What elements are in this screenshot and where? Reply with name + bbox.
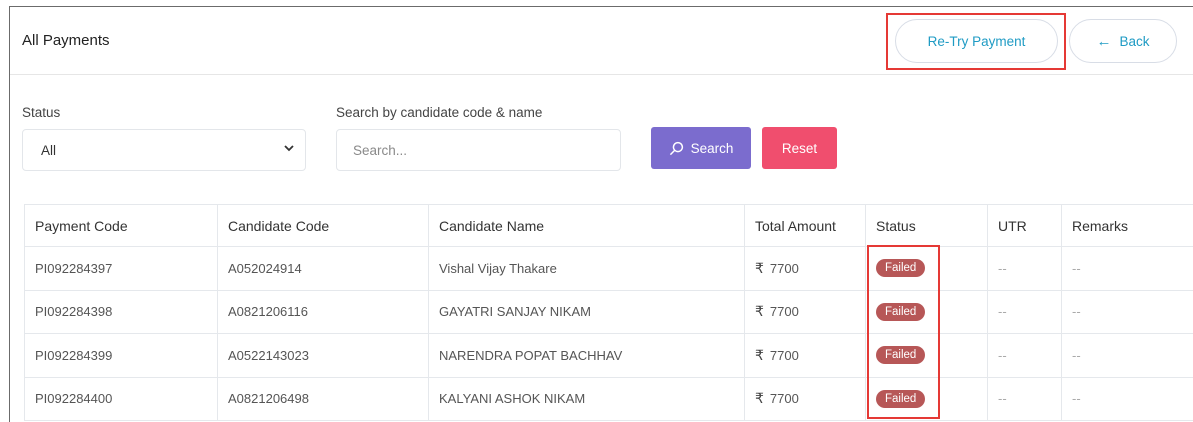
table-row: PI092284399 A0522143023 NARENDRA POPAT B…	[24, 333, 1193, 378]
column-header: Total Amount	[744, 204, 866, 247]
card-header: All Payments Re-Try Payment ← Back	[10, 7, 1193, 75]
arrow-left-icon: ←	[1096, 32, 1112, 50]
remarks-cell: --	[1061, 333, 1193, 378]
total-amount-cell: ₹7700	[744, 333, 866, 378]
candidate-code-cell: A0821206498	[217, 376, 429, 421]
candidate-name-cell: GAYATRI SANJAY NIKAM	[428, 289, 745, 334]
column-header: UTR	[987, 204, 1062, 247]
column-header: Payment Code	[24, 204, 218, 247]
rupee-symbol: ₹	[755, 303, 764, 320]
candidate-name-cell: KALYANI ASHOK NIKAM	[428, 376, 745, 421]
retry-payment-button[interactable]: Re-Try Payment	[895, 19, 1058, 63]
payment-code-cell: PI092284398	[24, 289, 218, 334]
chevron-down-icon	[284, 145, 294, 152]
back-button[interactable]: ← Back	[1069, 19, 1177, 63]
amount-value: 7700	[769, 391, 799, 407]
amount-value: 7700	[769, 347, 799, 363]
column-header: Candidate Name	[428, 204, 745, 247]
candidate-code-cell: A052024914	[217, 246, 429, 291]
table-row: PI092284397 A052024914 Vishal Vijay Thak…	[24, 246, 1193, 291]
table-header-row: Payment Code Candidate Code Candidate Na…	[24, 204, 1193, 247]
payments-card: All Payments Re-Try Payment ← Back Statu…	[9, 6, 1193, 422]
utr-cell: --	[987, 246, 1062, 291]
payment-code-cell: PI092284400	[24, 376, 218, 421]
search-button[interactable]: Search	[651, 127, 751, 169]
total-amount-cell: ₹7700	[744, 289, 866, 334]
status-filter-label: Status	[22, 105, 61, 120]
utr-cell: --	[987, 333, 1062, 378]
total-amount-cell: ₹7700	[744, 376, 866, 421]
reset-button[interactable]: Reset	[762, 127, 837, 169]
back-button-label: Back	[1119, 33, 1150, 49]
remarks-cell: --	[1061, 376, 1193, 421]
remarks-cell: --	[1061, 246, 1193, 291]
payment-code-cell: PI092284397	[24, 246, 218, 291]
search-label: Search by candidate code & name	[336, 105, 543, 120]
utr-cell: --	[987, 376, 1062, 421]
rupee-symbol: ₹	[755, 346, 764, 363]
total-amount-cell: ₹7700	[744, 246, 866, 291]
rupee-symbol: ₹	[755, 259, 764, 276]
utr-cell: --	[987, 289, 1062, 334]
table-row: PI092284398 A0821206116 GAYATRI SANJAY N…	[24, 289, 1193, 334]
payments-table: Payment Code Candidate Code Candidate Na…	[24, 204, 1193, 421]
rupee-symbol: ₹	[755, 390, 764, 407]
column-header: Remarks	[1061, 204, 1193, 247]
remarks-cell: --	[1061, 289, 1193, 334]
column-header: Status	[865, 204, 988, 247]
status-select[interactable]: All	[22, 129, 306, 171]
column-header: Candidate Code	[217, 204, 429, 247]
amount-value: 7700	[769, 260, 799, 276]
candidate-code-cell: A0821206116	[217, 289, 429, 334]
search-button-label: Search	[690, 140, 734, 156]
page-title: All Payments	[22, 32, 110, 49]
payment-code-cell: PI092284399	[24, 333, 218, 378]
candidate-name-cell: NARENDRA POPAT BACHHAV	[428, 333, 745, 378]
table-row: PI092284400 A0821206498 KALYANI ASHOK NI…	[24, 376, 1193, 421]
amount-value: 7700	[769, 304, 799, 320]
status-select-value: All	[41, 142, 57, 158]
search-icon	[669, 141, 683, 155]
highlight-box-status	[867, 245, 940, 419]
candidate-name-cell: Vishal Vijay Thakare	[428, 246, 745, 291]
candidate-code-cell: A0522143023	[217, 333, 429, 378]
search-input[interactable]	[336, 129, 621, 171]
